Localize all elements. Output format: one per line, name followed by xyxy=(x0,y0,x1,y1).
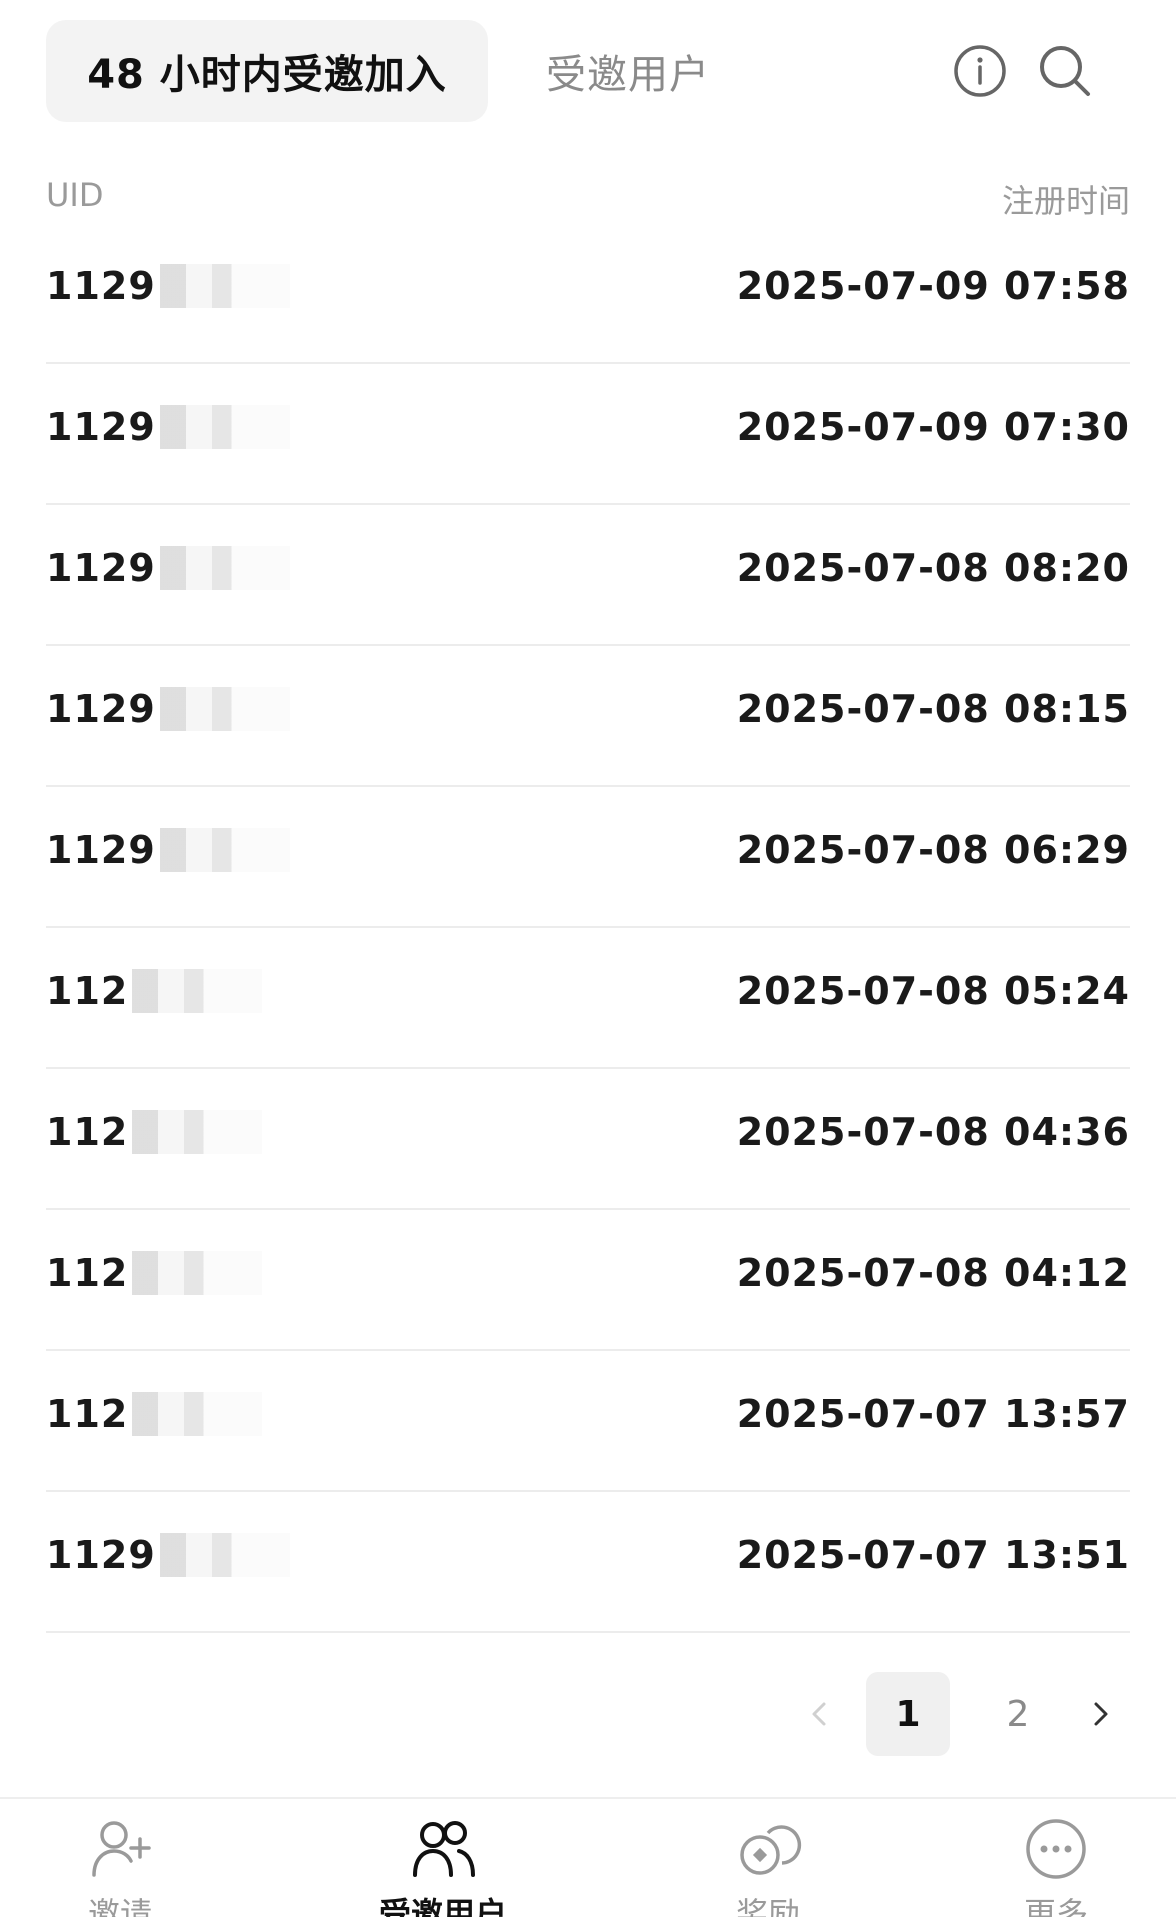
table-row: 1129 2025-07-08 08:20 xyxy=(46,505,1130,646)
uid-cell: 1129 xyxy=(46,404,290,449)
invited-user-list: 1129 2025-07-09 07:58 1129 2025-07-09 07… xyxy=(46,223,1130,1633)
register-time-cell: 2025-07-08 05:24 xyxy=(736,968,1130,1013)
table-row: 112 2025-07-07 13:57 xyxy=(46,1351,1130,1492)
page-button-1[interactable]: 1 xyxy=(866,1672,950,1756)
uid-cell: 112 xyxy=(46,1250,263,1295)
masked-uid xyxy=(132,1250,263,1295)
table-row: 112 2025-07-08 05:24 xyxy=(46,928,1130,1069)
nav-rewards[interactable]: 奖励 xyxy=(668,1813,868,1917)
table-row: 112 2025-07-08 04:12 xyxy=(46,1210,1130,1351)
nav-invited-users[interactable]: 受邀用户 xyxy=(343,1813,543,1917)
masked-uid xyxy=(159,545,290,590)
chevron-right-icon[interactable] xyxy=(1070,1672,1130,1756)
masked-uid xyxy=(159,1532,290,1577)
column-header-register-time: 注册时间 xyxy=(1001,182,1130,220)
page-button-2[interactable]: 2 xyxy=(976,1672,1060,1756)
tab-invited-users[interactable]: 受邀用户 xyxy=(546,20,710,122)
uid-cell: 1129 xyxy=(46,827,290,872)
uid-cell: 112 xyxy=(46,1109,263,1154)
column-header-uid: UID xyxy=(46,176,104,214)
nav-label: 更多 xyxy=(1023,1895,1088,1917)
search-icon[interactable] xyxy=(1036,42,1094,100)
add-user-icon xyxy=(92,1821,151,1877)
nav-label: 受邀用户 xyxy=(378,1895,507,1917)
nav-more[interactable]: 更多 xyxy=(956,1813,1156,1917)
masked-uid xyxy=(132,1391,263,1436)
bottom-nav: 邀请 受邀用户 奖励 更多 xyxy=(0,1797,1176,1917)
rewards-icon xyxy=(740,1825,802,1875)
table-row: 112 2025-07-08 04:36 xyxy=(46,1069,1130,1210)
register-time-cell: 2025-07-08 08:20 xyxy=(736,545,1130,590)
table-row: 1129 2025-07-09 07:58 xyxy=(46,223,1130,364)
uid-cell: 1129 xyxy=(46,545,290,590)
masked-uid xyxy=(132,1109,263,1154)
register-time-cell: 2025-07-08 04:12 xyxy=(736,1250,1130,1295)
info-icon[interactable] xyxy=(951,42,1009,100)
nav-label: 邀请 xyxy=(87,1895,152,1917)
uid-cell: 1129 xyxy=(46,686,290,731)
table-row: 1129 2025-07-08 08:15 xyxy=(46,646,1130,787)
nav-label: 奖励 xyxy=(735,1895,800,1917)
register-time-cell: 2025-07-07 13:57 xyxy=(736,1391,1130,1436)
table-row: 1129 2025-07-08 06:29 xyxy=(46,787,1130,928)
uid-cell: 1129 xyxy=(46,1532,290,1577)
uid-cell: 1129 xyxy=(46,263,290,308)
nav-invite[interactable]: 邀请 xyxy=(20,1813,220,1917)
register-time-cell: 2025-07-08 08:15 xyxy=(736,686,1130,731)
uid-cell: 112 xyxy=(46,968,263,1013)
header: 48 小时内受邀加入 受邀用户 xyxy=(0,0,1176,140)
register-time-cell: 2025-07-09 07:30 xyxy=(736,404,1130,449)
more-icon xyxy=(1026,1819,1086,1879)
register-time-cell: 2025-07-08 04:36 xyxy=(736,1109,1130,1154)
table-row: 1129 2025-07-09 07:30 xyxy=(46,364,1130,505)
register-time-cell: 2025-07-08 06:29 xyxy=(736,827,1130,872)
chevron-left-icon[interactable] xyxy=(790,1672,850,1756)
table-row: 1129 2025-07-07 13:51 xyxy=(46,1492,1130,1633)
masked-uid xyxy=(159,686,290,731)
register-time-cell: 2025-07-09 07:58 xyxy=(736,263,1130,308)
tab-48h-invited[interactable]: 48 小时内受邀加入 xyxy=(46,20,488,122)
register-time-cell: 2025-07-07 13:51 xyxy=(736,1532,1130,1577)
users-icon xyxy=(413,1821,475,1877)
pagination: 1 2 xyxy=(790,1672,1130,1756)
masked-uid xyxy=(159,827,290,872)
uid-cell: 112 xyxy=(46,1391,263,1436)
masked-uid xyxy=(132,968,263,1013)
masked-uid xyxy=(159,263,290,308)
masked-uid xyxy=(159,404,290,449)
